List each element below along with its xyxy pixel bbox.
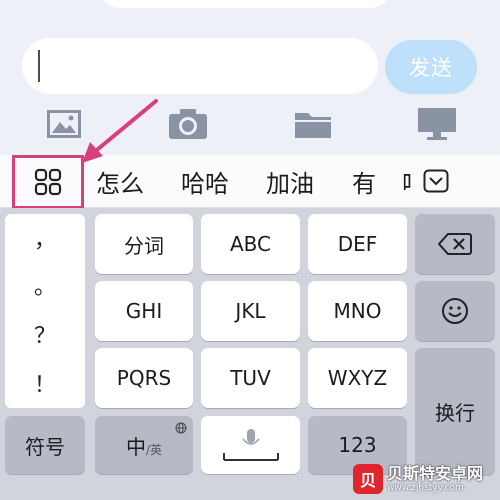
candidate-item[interactable]: 加油 <box>266 155 314 208</box>
watermark-logo: 贝 <box>353 464 383 494</box>
microphone-icon <box>222 429 279 461</box>
candidate-item[interactable]: 有 <box>352 155 376 208</box>
message-input[interactable] <box>22 38 378 94</box>
emoji-key[interactable] <box>415 281 495 341</box>
punctuation-key[interactable]: ？ <box>5 318 85 350</box>
space-key[interactable] <box>201 416 300 474</box>
return-key[interactable]: 换行 <box>415 348 495 475</box>
symbol-key[interactable]: 符号 <box>5 416 85 474</box>
key-segment[interactable]: 分词 <box>95 214 193 274</box>
watermark: 贝 贝斯特安卓网 www.zjbstyy.com <box>353 462 483 496</box>
globe-icon <box>175 422 187 434</box>
grid-icon <box>34 168 62 196</box>
punctuation-key[interactable]: 。 <box>5 269 85 301</box>
collapse-keyboard-button[interactable] <box>423 168 449 194</box>
key-wxyz[interactable]: WXYZ <box>308 348 407 408</box>
key-ghi[interactable]: GHI <box>95 281 193 341</box>
backspace-key[interactable] <box>415 214 495 274</box>
image-icon[interactable] <box>44 104 84 144</box>
send-button[interactable]: 发送 <box>385 40 477 94</box>
punctuation-key[interactable]: ， <box>5 222 85 254</box>
folder-icon[interactable] <box>292 104 334 144</box>
key-pqrs[interactable]: PQRS <box>95 348 193 408</box>
key-jkl[interactable]: JKL <box>201 281 300 341</box>
smiley-icon <box>442 298 468 324</box>
language-toggle-key[interactable]: 中/英 <box>95 416 193 474</box>
menu-grid-button[interactable] <box>12 155 84 209</box>
backspace-icon <box>438 233 472 255</box>
message-bubble <box>100 0 390 8</box>
watermark-url: www.zjbstyy.com <box>387 482 464 493</box>
camera-icon[interactable] <box>166 104 210 144</box>
key-mno[interactable]: MNO <box>308 281 407 341</box>
language-sub-label: /英 <box>145 442 163 457</box>
chevron-down-icon <box>423 169 449 193</box>
key-def[interactable]: DEF <box>308 214 407 274</box>
candidate-item[interactable]: 吧 <box>402 155 412 208</box>
watermark-title: 贝斯特安卓网 <box>387 463 484 483</box>
key-tuv[interactable]: TUV <box>201 348 300 408</box>
monitor-icon[interactable] <box>415 104 459 144</box>
language-main-label: 中 <box>125 434 146 459</box>
key-abc[interactable]: ABC <box>201 214 300 274</box>
text-caret <box>38 50 40 82</box>
candidate-item[interactable]: 怎么 <box>96 155 144 208</box>
punctuation-key[interactable]: ！ <box>5 367 85 399</box>
candidate-item[interactable]: 哈哈 <box>181 155 229 208</box>
